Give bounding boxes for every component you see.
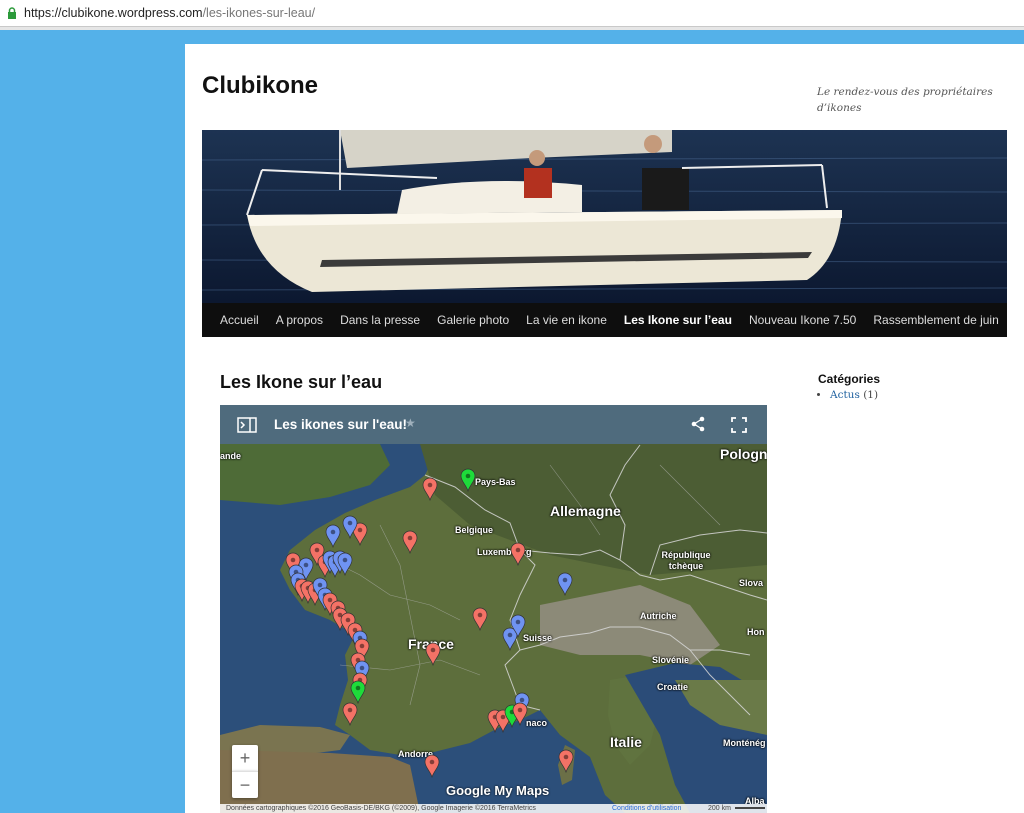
map-label-republique-tcheque: République tchèque	[661, 550, 711, 571]
map-label-autriche: Autriche	[640, 611, 677, 621]
map-label-andorre: Andorre	[398, 749, 434, 759]
main-navigation: Accueil A propos Dans la presse Galerie …	[202, 303, 1007, 337]
category-item: Actus (1)	[830, 389, 1008, 401]
nav-les-ikone-sur-leau[interactable]: Les Ikone sur l’eau	[615, 313, 740, 327]
map-label-france: France	[408, 636, 454, 652]
map-label-pologne: Pologn	[720, 446, 767, 462]
map-label-irlande: ande	[220, 451, 242, 461]
nav-la-vie-en-ikone[interactable]: La vie en ikone	[518, 313, 616, 327]
map-title: Les ikones sur l'eau!	[274, 417, 408, 432]
nav-accueil[interactable]: Accueil	[202, 313, 267, 327]
entry-title: Les Ikone sur l’eau	[220, 372, 383, 392]
map-scale: 200 km	[708, 805, 731, 812]
nav-a-propos[interactable]: A propos	[267, 313, 331, 327]
fullscreen-icon[interactable]	[731, 417, 747, 433]
header-image	[202, 130, 1007, 303]
browser-separator	[0, 27, 1024, 30]
url-host: https://clubikone.wordpress.com	[24, 6, 203, 20]
map-label-montenegro: Monténég	[723, 738, 766, 748]
zoom-in-button[interactable]: +	[232, 745, 258, 771]
map-label-hong: Hon	[747, 627, 765, 637]
google-mymaps-logo: Google My Maps	[446, 783, 550, 798]
map-scale-bar	[735, 807, 765, 809]
lock-icon	[8, 7, 16, 19]
categories-heading: Catégories	[818, 372, 881, 386]
map-label-monaco: naco	[526, 718, 548, 728]
map-legend-toggle-icon[interactable]	[237, 417, 257, 433]
address-bar[interactable]: https://clubikone.wordpress.com/les-ikon…	[0, 0, 1024, 27]
map-label-belgique: Belgique	[455, 525, 494, 535]
map-terms-link[interactable]: Conditions d'utilisation	[612, 804, 681, 813]
zoom-out-button[interactable]: −	[232, 771, 258, 798]
map-label-allemagne: Allemagne	[550, 503, 621, 519]
site-title[interactable]: Clubikone	[202, 72, 318, 100]
share-icon[interactable]	[690, 416, 706, 432]
nav-galerie-photo[interactable]: Galerie photo	[429, 313, 518, 327]
page-content: Clubikone Le rendez-vous des propriétair…	[185, 44, 1024, 813]
categories-list: Actus (1)	[818, 389, 1008, 401]
map-label-italie: Italie	[610, 734, 642, 750]
map-attribution: Données cartographiques ©2016 GeoBasis-D…	[226, 805, 536, 812]
site-tagline: Le rendez-vous des propriétaires d’ikone…	[817, 86, 993, 114]
url-path: /les-ikones-sur-leau/	[202, 6, 316, 20]
category-link-actus[interactable]: Actus	[830, 389, 860, 401]
map-label-slova: Slova	[739, 578, 764, 588]
categories-widget: Catégories Actus (1)	[818, 372, 1008, 401]
map-label-slovenie: Slovénie	[652, 655, 690, 665]
map-label-suisse: Suisse	[523, 633, 553, 643]
star-icon[interactable]: ★	[405, 416, 416, 430]
nav-dans-la-presse[interactable]: Dans la presse	[332, 313, 429, 327]
map-label-croatie: Croatie	[657, 682, 689, 692]
nav-rassemblement[interactable]: Rassemblement de juin	[865, 313, 1007, 327]
nav-nouveau-ikone[interactable]: Nouveau Ikone 7.50	[740, 313, 864, 327]
map-label-luxembourg: Luxembourg	[477, 547, 532, 557]
category-count: (1)	[863, 389, 879, 401]
map-attribution-bar: Données cartographiques ©2016 GeoBasis-D…	[220, 804, 767, 813]
map-label-pays-bas: Pays-Bas	[475, 477, 516, 487]
map-header: Les ikones sur l'eau! ★	[220, 405, 767, 444]
embedded-map[interactable]: Les ikones sur l'eau! ★ Pologn Pays-Bas …	[220, 405, 767, 813]
